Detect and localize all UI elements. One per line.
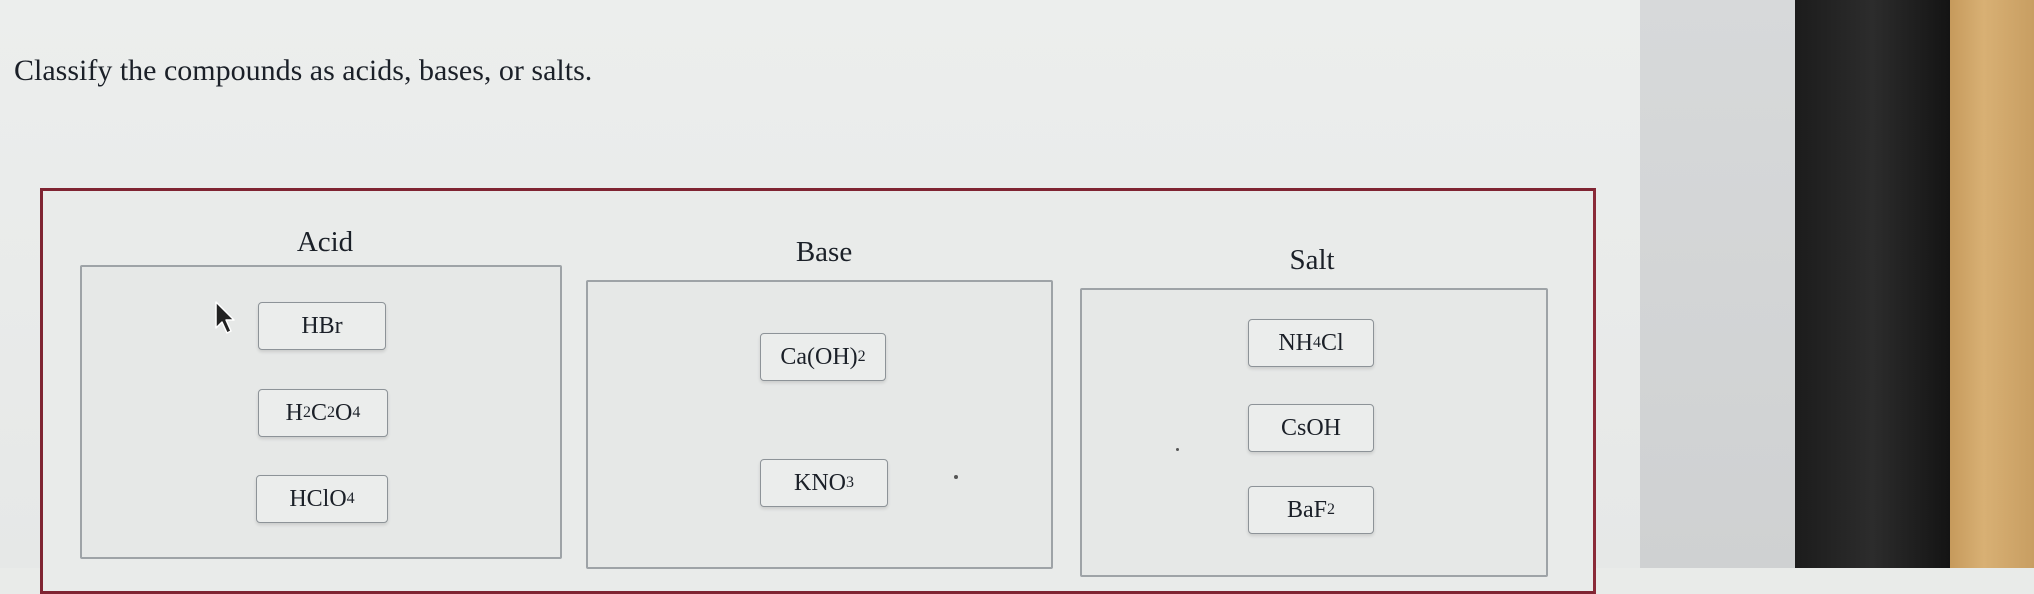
formula-text: O bbox=[335, 399, 353, 426]
formula-text: NH bbox=[1278, 329, 1313, 356]
salt-compound-tile[interactable]: BaF 2 bbox=[1248, 486, 1374, 534]
mouse-pointer-icon bbox=[215, 301, 235, 334]
acid-bin[interactable]: HBr H 2 C 2 O 4 HClO 4 bbox=[80, 265, 562, 559]
acid-compound-tile[interactable]: H2C2O4 bbox=[258, 389, 388, 437]
formula-text: Cl bbox=[1320, 329, 1344, 356]
acid-bin-label: Acid bbox=[296, 226, 354, 258]
salt-compound-tile[interactable]: CsOH bbox=[1248, 404, 1374, 452]
formula-text: HBr bbox=[301, 312, 343, 339]
formula-text: Ca(OH) bbox=[780, 343, 858, 370]
screen-speck bbox=[1176, 448, 1179, 451]
question-prompt: Classify the compounds as acids, bases, … bbox=[14, 54, 593, 87]
acid-compound-tile[interactable]: HClO 4 bbox=[256, 475, 388, 523]
formula-text: HClO bbox=[289, 485, 347, 512]
screen-edge bbox=[1640, 0, 1795, 568]
formula-text: KNO bbox=[794, 469, 846, 496]
formula-text: CsOH bbox=[1280, 414, 1341, 441]
screen: Classify the compounds as acids, bases, … bbox=[0, 0, 1640, 594]
salt-bin-label: Salt bbox=[1289, 244, 1335, 276]
screen-speck bbox=[954, 475, 958, 479]
base-bin[interactable]: Ca(OH) 2 KNO 3 bbox=[586, 280, 1053, 569]
background-desk bbox=[1950, 0, 2034, 568]
base-compound-tile[interactable]: Ca(OH) 2 bbox=[760, 333, 886, 381]
acid-compound-tile[interactable]: HBr bbox=[258, 302, 386, 350]
formula-text: H bbox=[285, 399, 303, 426]
base-bin-label: Base bbox=[795, 236, 853, 268]
formula-text: BaF bbox=[1286, 496, 1327, 523]
salt-compound-tile[interactable]: NH 4 Cl bbox=[1248, 319, 1374, 367]
formula-text: C bbox=[310, 399, 327, 426]
salt-bin[interactable]: NH 4 Cl CsOH BaF 2 bbox=[1080, 288, 1548, 577]
base-compound-tile[interactable]: KNO 3 bbox=[760, 459, 888, 507]
monitor-bezel bbox=[1795, 0, 1950, 568]
